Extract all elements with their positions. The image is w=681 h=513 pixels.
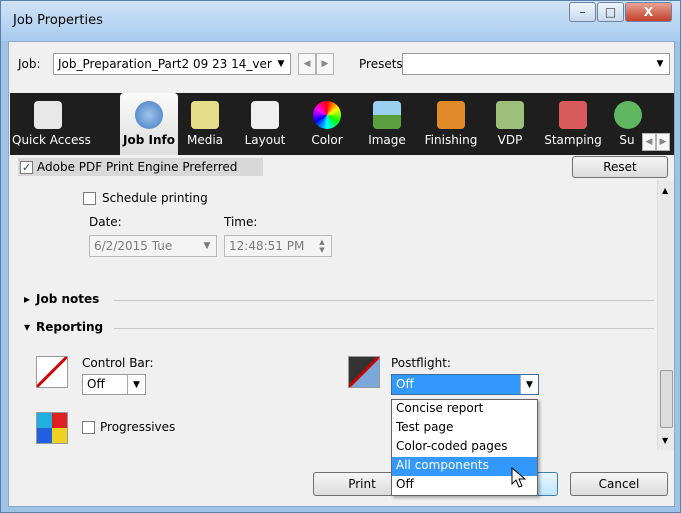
pdf-engine-checkbox[interactable]: ✓ Adobe PDF Print Engine Preferred [18, 158, 263, 176]
chevron-down-icon: ▼ [520, 375, 538, 394]
chevron-down-icon: ▼ [272, 54, 290, 74]
schedule-checkbox[interactable] [83, 192, 96, 205]
image-icon [373, 101, 401, 129]
tab-label: Color [311, 133, 343, 147]
next-job-button[interactable]: ▶ [316, 53, 334, 75]
tab-label: Finishing [424, 133, 478, 147]
job-label: Job: [18, 57, 41, 71]
tab-label: Quick Access [12, 133, 91, 147]
pdf-engine-bar: ✓ Adobe PDF Print Engine Preferred Reset [10, 155, 674, 179]
vdp-icon [496, 101, 524, 129]
scroll-up-icon[interactable]: ▲ [662, 186, 668, 195]
tab-layout[interactable]: Layout [242, 93, 288, 155]
job-notes-header[interactable]: Job notes [36, 292, 99, 306]
dialog-footer: Print Cancel [10, 450, 674, 506]
tab-label: Stamping [544, 133, 602, 147]
prev-job-button[interactable]: ◀ [298, 53, 316, 75]
panel-scrollbar[interactable]: ▲ ▼ [657, 180, 674, 450]
color-wheel-icon [313, 101, 341, 129]
tab-label: Job Info [123, 133, 175, 147]
info-icon [135, 101, 163, 129]
dialog-client: Job: Job_Preparation_Part2 09 23 14_ver … [8, 41, 675, 507]
reporting-header[interactable]: Reporting [36, 320, 103, 334]
reset-button[interactable]: Reset [572, 156, 668, 178]
tab-media[interactable]: Media [184, 93, 226, 155]
tab-label: VDP [497, 133, 523, 147]
divider [114, 328, 654, 329]
check-icon [614, 101, 642, 129]
presets-select[interactable]: ▼ [402, 53, 670, 75]
tab-image[interactable]: Image [364, 93, 410, 155]
stamping-icon [559, 101, 587, 129]
chevron-down-icon: ▼ [127, 375, 145, 394]
tab-label: Media [186, 133, 224, 147]
toolbar-scroll-right-button[interactable]: ▶ [656, 133, 670, 151]
control-bar-label: Control Bar: [82, 356, 154, 370]
collapse-arrow-icon[interactable]: ▾ [24, 320, 30, 334]
postflight-label: Postflight: [391, 356, 451, 370]
presets-label: Presets: [359, 57, 407, 71]
pdf-engine-label: Adobe PDF Print Engine Preferred [37, 160, 238, 174]
cancel-button[interactable]: Cancel [570, 472, 668, 496]
tab-su[interactable]: Su [614, 93, 642, 155]
scroll-down-icon[interactable]: ▼ [662, 436, 668, 445]
close-button[interactable]: X [625, 2, 672, 22]
time-field[interactable]: 12:48:51 PM ▲ ▼ [224, 235, 332, 257]
checkmark-icon: ✓ [20, 160, 33, 174]
tab-color[interactable]: Color [307, 93, 347, 155]
time-value: 12:48:51 PM [229, 239, 305, 253]
job-info-panel: Schedule printing Date: Time: 6/2/2015 T… [10, 180, 674, 450]
date-label: Date: [89, 215, 122, 229]
toolbar-scroll-left-button[interactable]: ◀ [642, 133, 656, 151]
job-select[interactable]: Job_Preparation_Part2 09 23 14_ver ▼ [53, 53, 291, 75]
date-value: 6/2/2015 Tue [94, 239, 173, 253]
minimize-button[interactable]: – [569, 2, 596, 22]
job-header-row: Job: Job_Preparation_Part2 09 23 14_ver … [9, 42, 674, 89]
mouse-cursor-icon [511, 467, 527, 488]
scrollbar-thumb[interactable] [660, 370, 673, 428]
control-bar-select[interactable]: Off ▼ [82, 374, 146, 395]
window-title: Job Properties [13, 13, 103, 28]
tab-finishing[interactable]: Finishing [422, 93, 480, 155]
postflight-select[interactable]: Off ▼ [391, 374, 539, 395]
tab-quick-access[interactable]: Quick Access [12, 93, 91, 155]
control-bar-icon [36, 356, 68, 388]
job-properties-window: Job Properties – □ X Job: Job_Preparatio… [0, 0, 681, 513]
divider [114, 300, 654, 301]
control-bar-value: Off [87, 377, 105, 391]
postflight-value: Off [396, 377, 414, 391]
maximize-button[interactable]: □ [597, 2, 624, 22]
tab-label: Image [368, 133, 406, 147]
job-select-value: Job_Preparation_Part2 09 23 14_ver [58, 57, 272, 71]
tab-job-info[interactable]: Job Info [120, 93, 178, 155]
postflight-option[interactable]: Test page [392, 419, 537, 438]
progressives-label: Progressives [100, 420, 176, 434]
time-label: Time: [224, 215, 258, 229]
tab-label: Su [619, 133, 635, 147]
quick-access-icon [34, 101, 62, 129]
progressives-icon [36, 412, 68, 444]
category-toolbar: Quick Access Job Info Media Layout Color… [10, 93, 674, 155]
tab-label: Layout [244, 133, 286, 147]
media-icon [191, 101, 219, 129]
chevron-down-icon: ▼ [198, 236, 216, 256]
date-picker[interactable]: 6/2/2015 Tue ▼ [89, 235, 217, 257]
progressives-checkbox[interactable] [82, 421, 95, 434]
postflight-option[interactable]: Color-coded pages [392, 438, 537, 457]
schedule-label: Schedule printing [102, 191, 208, 205]
tab-stamping[interactable]: Stamping [542, 93, 604, 155]
postflight-option[interactable]: Concise report [392, 400, 537, 419]
finishing-icon [437, 101, 465, 129]
expand-arrow-icon[interactable]: ▸ [24, 292, 30, 306]
tab-vdp[interactable]: VDP [494, 93, 526, 155]
spinner-icon: ▲ ▼ [313, 236, 331, 256]
title-bar[interactable]: Job Properties – □ X [1, 1, 680, 41]
chevron-down-icon: ▼ [651, 54, 669, 74]
postflight-icon [348, 356, 380, 388]
layout-icon [251, 101, 279, 129]
